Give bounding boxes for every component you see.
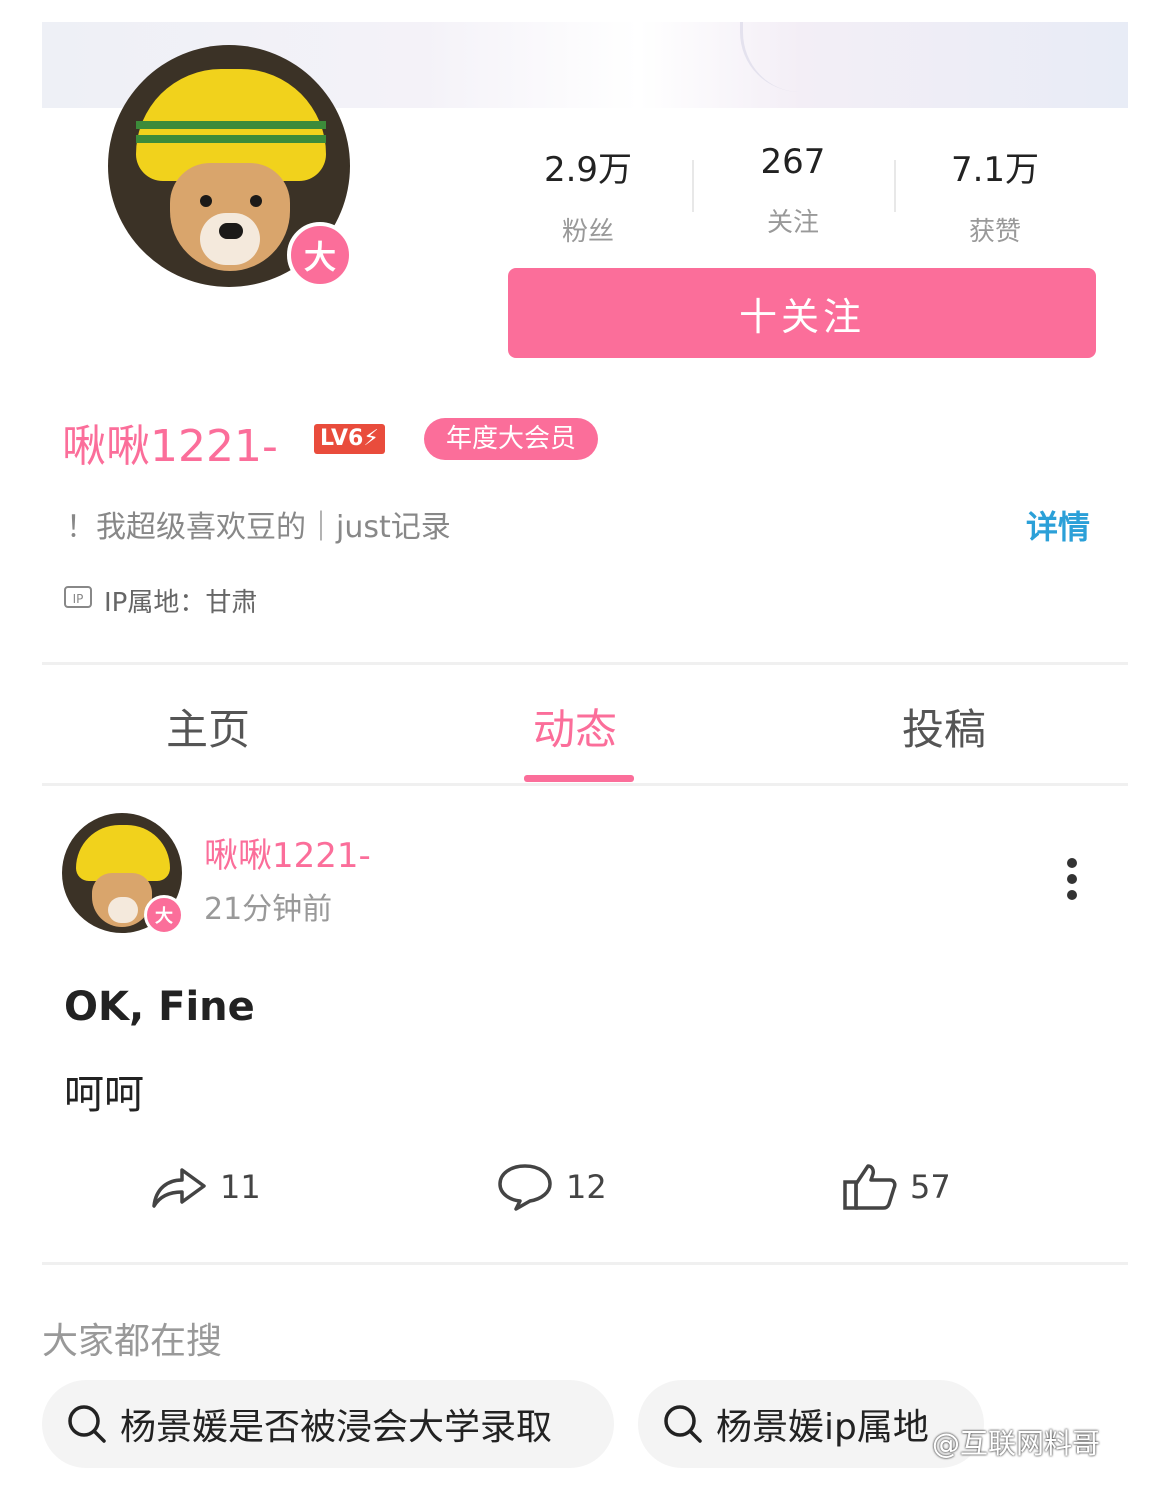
share-count: 11 bbox=[220, 1168, 261, 1206]
search-icon bbox=[664, 1405, 702, 1443]
dog-eye bbox=[250, 195, 262, 207]
vip-avatar-badge: 大 bbox=[144, 895, 184, 935]
stat-value: 267 bbox=[760, 142, 826, 182]
detail-link[interactable]: 详情 bbox=[1026, 502, 1090, 548]
profile-username: 啾啾1221- bbox=[62, 421, 278, 472]
more-options-icon[interactable] bbox=[1062, 858, 1082, 904]
profile-bio: ！我超级喜欢豆的｜just记录 bbox=[66, 510, 451, 545]
dog-muzzle bbox=[200, 213, 260, 265]
ip-location: IP属地：甘肃 bbox=[104, 588, 258, 618]
post-timestamp: 21分钟前 bbox=[204, 892, 333, 927]
stat-fans[interactable]: 2.9万 粉丝 bbox=[503, 142, 673, 248]
comment-count: 12 bbox=[566, 1168, 607, 1206]
share-icon bbox=[152, 1168, 206, 1208]
search-suggestion[interactable]: 杨景媛是否被浸会大学录取 bbox=[42, 1380, 614, 1468]
helmet-stripe bbox=[136, 135, 326, 143]
like-button[interactable]: 57 bbox=[842, 1162, 951, 1212]
vip-avatar-badge: 大 bbox=[287, 222, 353, 288]
helmet-stripe bbox=[136, 121, 326, 129]
stat-likes[interactable]: 7.1万 获赞 bbox=[910, 142, 1080, 248]
thumbs-up-icon bbox=[843, 1164, 897, 1210]
stat-value: 7.1万 bbox=[950, 150, 1040, 190]
tab-home[interactable]: 主页 bbox=[166, 696, 250, 757]
stat-divider bbox=[894, 160, 896, 212]
like-count: 57 bbox=[910, 1168, 951, 1206]
tab-dynamic[interactable]: 动态 bbox=[533, 696, 617, 757]
stat-label: 粉丝 bbox=[561, 217, 614, 247]
post-text-line: 呵呵 bbox=[64, 1072, 144, 1118]
comment-button[interactable]: 12 bbox=[496, 1162, 607, 1212]
dog-muzzle bbox=[108, 897, 138, 923]
search-suggestion-label: 杨景媛是否被浸会大学录取 bbox=[120, 1407, 553, 1448]
watermark: @互联网料哥 bbox=[932, 1427, 1101, 1460]
dog-nose bbox=[219, 223, 243, 239]
divider bbox=[42, 662, 1128, 665]
vip-badge[interactable]: 年度大会员 bbox=[424, 418, 599, 460]
active-tab-indicator bbox=[524, 775, 634, 782]
search-icon bbox=[68, 1405, 106, 1443]
stat-label: 关注 bbox=[766, 208, 819, 238]
follow-button[interactable]: 十关注 bbox=[508, 268, 1096, 358]
ip-icon: IP bbox=[64, 586, 92, 608]
stat-divider bbox=[692, 160, 694, 212]
divider bbox=[42, 783, 1128, 786]
divider bbox=[42, 1262, 1128, 1265]
comment-icon bbox=[498, 1164, 552, 1211]
stat-value: 2.9万 bbox=[543, 150, 633, 190]
stat-following[interactable]: 267 关注 bbox=[708, 142, 878, 239]
hot-search-title: 大家都在搜 bbox=[42, 1321, 223, 1362]
share-button[interactable]: 11 bbox=[150, 1162, 261, 1212]
level-badge: LV6⚡ bbox=[314, 424, 385, 454]
post-author-name[interactable]: 啾啾1221- bbox=[204, 828, 371, 877]
dog-eye bbox=[200, 195, 212, 207]
post-text-line: OK, Fine bbox=[64, 984, 255, 1030]
banner-decoration bbox=[740, 22, 933, 92]
stat-label: 获赞 bbox=[968, 217, 1021, 247]
search-suggestion-label: 杨景媛ip属地 bbox=[716, 1407, 929, 1448]
tab-uploads[interactable]: 投稿 bbox=[902, 696, 986, 757]
